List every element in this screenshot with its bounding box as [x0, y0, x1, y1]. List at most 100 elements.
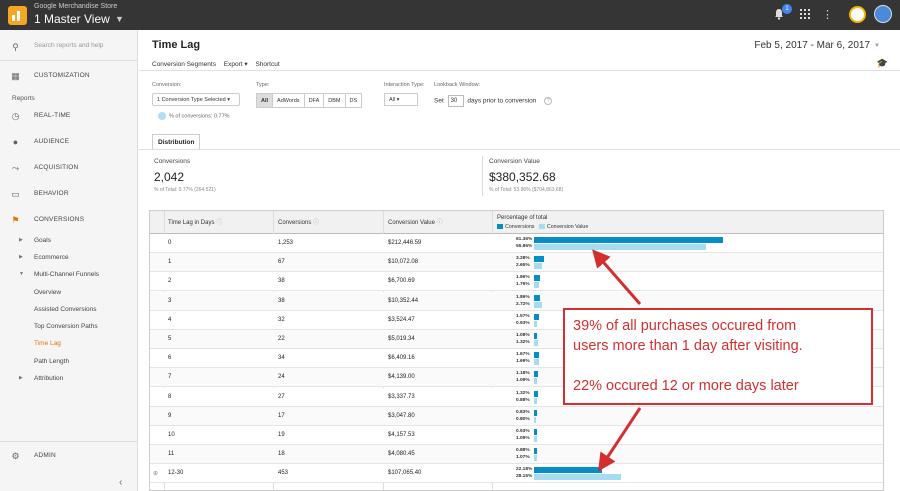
pct-conversions-label: 61.36%: [516, 237, 533, 242]
search-input[interactable]: Search reports and help: [34, 42, 103, 49]
notification-badge: 1: [782, 4, 792, 14]
type-ds-button[interactable]: DS: [344, 93, 363, 108]
pct-value-label: 28.15%: [516, 474, 533, 480]
clock-icon: ◷: [11, 111, 20, 121]
sidebar-item-conversions[interactable]: ⚑ CONVERSIONS: [0, 210, 138, 230]
col-header-days[interactable]: Time Lag in Days ⓘ: [168, 217, 222, 226]
help-icon[interactable]: ⓘ: [216, 220, 222, 226]
annotation-line-1: 39% of all purchases occured from: [573, 318, 797, 334]
bar-conversions: [534, 256, 545, 263]
conversions-total: % of Total: 0.77% (264,521): [154, 187, 216, 193]
bar-value: [534, 436, 538, 442]
bar-value: [534, 301, 543, 308]
cell-days: 9: [168, 412, 172, 419]
collapse-sidebar-icon[interactable]: ‹: [119, 477, 122, 488]
date-range-picker[interactable]: Feb 5, 2017 - Mar 6, 2017: [754, 40, 870, 51]
avatar-icon[interactable]: [874, 5, 892, 23]
legend-swatch-conversions: [497, 224, 503, 230]
bar-conversions: [534, 390, 539, 397]
tab-distribution[interactable]: Distribution: [152, 134, 201, 149]
cell-days: 5: [168, 336, 172, 342]
report-toolbar: Conversion Segments Export ▾ Shortcut: [152, 60, 286, 68]
sidebar-item-realtime[interactable]: ◷ REAL-TIME: [0, 106, 138, 126]
pct-conversions-label: 3.28%: [516, 256, 530, 262]
bar-value: [534, 416, 537, 423]
view-selector[interactable]: 1 Master View: [34, 12, 110, 26]
conversion-type-select[interactable]: 1 Conversion Type Selected ▾: [152, 93, 240, 106]
lookback-days-input[interactable]: 30: [447, 95, 464, 107]
interaction-type-select[interactable]: All ▾: [384, 93, 418, 106]
apps-grid-icon[interactable]: [800, 9, 810, 19]
cell-value: $107,065.40: [388, 470, 422, 477]
store-name: Google Merchandise Store: [34, 3, 118, 10]
cell-value: $4,157.53: [388, 432, 415, 438]
table-row: 0 1,253 $212,446.59 61.36% 55.86%: [150, 234, 883, 253]
cell-value: $6,700.69: [388, 278, 415, 285]
sidebar-item-customization[interactable]: ▦ CUSTOMIZATION: [0, 66, 138, 86]
pct-value-label: 1.09%: [516, 378, 530, 384]
ga-logo-icon[interactable]: [8, 6, 27, 25]
bar-value: [534, 340, 539, 346]
type-dbm-button[interactable]: DBM: [323, 93, 346, 108]
col-header-conversions[interactable]: Conversions ⓘ: [278, 217, 319, 226]
sidebar-item-top-conversion-paths[interactable]: Top Conversion Paths: [34, 323, 98, 330]
sidebar-item-goals[interactable]: ▶ Goals: [19, 237, 51, 244]
conversion-segments-button[interactable]: Conversion Segments: [152, 61, 216, 68]
cell-value: $4,080.45: [388, 451, 415, 458]
cell-days: 12-30: [168, 470, 184, 477]
sidebar-item-acquisition[interactable]: ⤳ ACQUISITION: [0, 158, 138, 178]
bar-value: [534, 282, 540, 289]
type-adwords-button[interactable]: AdWords: [272, 93, 305, 108]
col-header-value[interactable]: Conversion Value ⓘ: [388, 217, 443, 226]
sidebar-item-admin[interactable]: ⚙ ADMIN: [0, 446, 138, 466]
cell-value: $3,337.73: [388, 393, 415, 400]
sidebar-item-path-length[interactable]: Path Length: [34, 358, 69, 365]
sidebar-item-mcf[interactable]: ▼ Multi-Channel Funnels: [19, 271, 99, 278]
bar-conversions: [534, 409, 537, 416]
ga-circle-icon[interactable]: [849, 6, 866, 23]
caret-down-icon[interactable]: ▼: [874, 43, 880, 49]
expand-row-icon[interactable]: ⊕: [153, 470, 158, 477]
cell-days: 2: [168, 278, 172, 285]
kebab-menu-icon[interactable]: ⋮: [822, 8, 833, 21]
caret-down-icon[interactable]: ▼: [115, 14, 124, 24]
export-button[interactable]: Export ▾: [224, 61, 248, 68]
type-label: Type:: [256, 82, 270, 88]
shortcut-button[interactable]: Shortcut: [255, 61, 279, 68]
annotation-callout: 39% of all purchases occured from users …: [563, 308, 873, 405]
cell-conversions: 38: [278, 297, 285, 304]
sidebar-item-behavior[interactable]: ▭ BEHAVIOR: [0, 184, 138, 204]
graduation-cap-icon[interactable]: 🎓: [877, 58, 888, 69]
cell-conversions: 27: [278, 393, 285, 400]
reports-heading: Reports: [12, 95, 35, 102]
dashboard-icon: ▦: [11, 71, 20, 81]
bar-value: [534, 474, 621, 481]
cell-days: 11: [168, 451, 175, 458]
sidebar-item-audience[interactable]: ● AUDIENCE: [0, 132, 138, 152]
sidebar-item-ecommerce[interactable]: ▶ Ecommerce: [19, 254, 69, 261]
pct-value-label: 0.88%: [516, 397, 530, 403]
pct-value-label: 0.93%: [516, 320, 530, 326]
help-icon[interactable]: ⓘ: [313, 220, 319, 226]
cell-conversions: 67: [278, 259, 285, 266]
lookback-label: Lookback Window:: [434, 82, 481, 88]
type-all-button[interactable]: All: [256, 93, 274, 108]
interaction-type-label: Interaction Type:: [384, 82, 425, 88]
sidebar-item-time-lag[interactable]: Time Lag: [34, 340, 61, 347]
cell-days: 3: [168, 297, 172, 304]
help-icon[interactable]: ⓘ: [437, 220, 443, 226]
help-icon[interactable]: ?: [544, 97, 553, 105]
conversion-label: Conversion:: [152, 82, 182, 88]
conversion-value-total: % of Total: 53.96% ($704,863.68): [489, 187, 564, 193]
cell-conversions: 38: [278, 278, 285, 285]
table-row: 2 38 $6,700.69 1.86% 1.76%: [150, 272, 883, 292]
sidebar-item-attribution[interactable]: ▶ Attribution: [19, 375, 63, 382]
cell-value: $5,019.34: [388, 336, 415, 342]
pct-conversions-label: 0.93%: [516, 429, 530, 434]
bar-value: [534, 244, 707, 250]
cell-conversions: 24: [278, 374, 285, 381]
sidebar-item-assisted-conversions[interactable]: Assisted Conversions: [34, 306, 97, 313]
type-dfa-button[interactable]: DFA: [303, 93, 325, 108]
sidebar-item-overview[interactable]: Overview: [34, 289, 61, 296]
search-icon[interactable]: ⚲: [10, 42, 21, 53]
